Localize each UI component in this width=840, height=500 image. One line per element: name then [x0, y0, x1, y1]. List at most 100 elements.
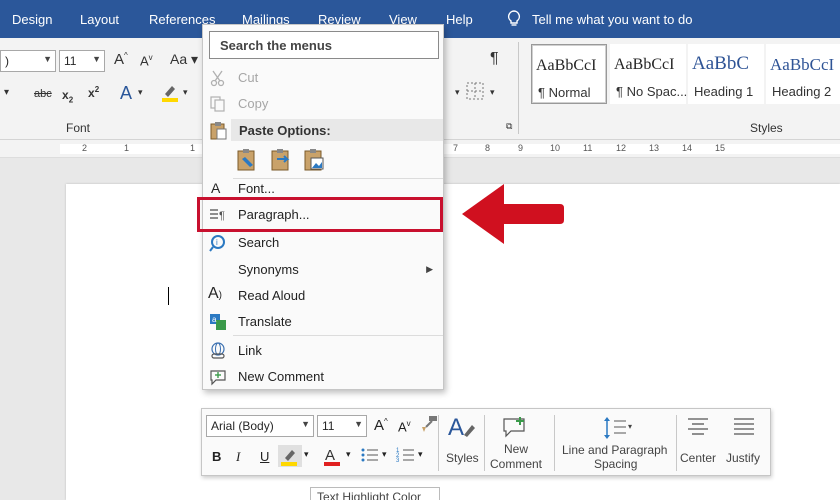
font-size-value: 11 [64, 54, 77, 68]
style-preview: AaBbCcI [770, 55, 835, 74]
comment-icon [210, 370, 226, 386]
strikethrough-icon[interactable]: abc [34, 88, 52, 100]
chevron-down-icon[interactable]: ▾ [346, 449, 351, 460]
menu-item-read-aloud[interactable]: A) Read Aloud [203, 284, 443, 308]
style-heading-1[interactable]: AaBbC Heading 1 [688, 44, 764, 104]
ruler-number: 1 [190, 143, 196, 153]
bullets-icon[interactable] [360, 445, 380, 468]
font-label: Font... [238, 181, 275, 196]
chevron-down-icon[interactable]: ▾ [418, 449, 423, 460]
paste-merge-formatting-icon[interactable] [269, 147, 293, 173]
chevron-down-icon[interactable]: ▾ [382, 449, 387, 460]
paste-picture-icon[interactable] [302, 147, 326, 173]
dialog-launcher-icon[interactable]: ⧉ [506, 121, 512, 132]
style-no-spacing[interactable]: AaBbCcI ¶ No Spac... [610, 44, 688, 104]
style-normal[interactable]: AaBbCcI ¶ Normal [531, 44, 607, 104]
tab-help[interactable]: Help [446, 12, 473, 27]
chevron-down-icon[interactable]: ▾ [4, 87, 9, 98]
ruler-number: 8 [485, 143, 491, 153]
tab-layout[interactable]: Layout [80, 12, 119, 27]
toolbar-divider [484, 415, 485, 471]
translate-icon: a [210, 314, 226, 330]
line-spacing-icon[interactable]: ▾ [602, 415, 636, 444]
justify-label: Justify [726, 451, 761, 465]
tab-design[interactable]: Design [12, 12, 52, 27]
svg-text:3: 3 [396, 458, 400, 464]
tell-me-text: Tell me what you want to do [532, 11, 693, 27]
styles-label: Styles [446, 451, 479, 465]
underline-button[interactable]: U [260, 449, 269, 464]
borders-icon[interactable] [466, 82, 484, 103]
shrink-font-icon[interactable]: Av [140, 53, 153, 68]
new-comment-icon[interactable] [502, 415, 530, 442]
font-size-dropdown[interactable]: 11 ▼ [59, 50, 105, 72]
pilcrow-icon[interactable]: ¶ [490, 50, 499, 68]
line-spacing-label: Line and Paragraph [562, 443, 668, 457]
style-heading-2[interactable]: AaBbCcI Heading 2 [766, 44, 840, 104]
styles-group-label: Styles [750, 121, 783, 135]
menu-item-new-comment[interactable]: New Comment [203, 365, 443, 389]
menu-item-search[interactable]: i Search [203, 231, 443, 255]
numbering-icon[interactable]: 123 [396, 445, 416, 468]
menu-item-copy[interactable]: Copy [203, 92, 443, 116]
subscript-icon[interactable]: x2 [62, 88, 73, 104]
menu-item-translate[interactable]: a Translate [203, 310, 443, 334]
new-comment-label: New [504, 442, 529, 456]
chevron-down-icon[interactable]: ▾ [138, 87, 143, 98]
paragraph-highlight-box [197, 197, 443, 232]
menu-item-synonyms[interactable]: Synonyms ▶ [203, 258, 443, 282]
mini-font-size-dropdown[interactable]: 11 ▼ [317, 415, 367, 437]
menu-item-link[interactable]: Link [203, 339, 443, 363]
style-name: ¶ Normal [538, 85, 591, 100]
text-highlight-button[interactable] [278, 445, 302, 467]
lightbulb-icon [507, 10, 521, 26]
style-name: Heading 1 [694, 84, 754, 99]
mini-font-name-dropdown[interactable]: Arial (Body) ▼ [206, 415, 314, 437]
ruler-number: 2 [82, 143, 88, 153]
style-name: ¶ No Spac... [616, 84, 688, 99]
italic-button[interactable]: I [236, 449, 240, 465]
font-name-value: ) [5, 54, 9, 68]
chevron-down-icon[interactable]: ▾ [304, 449, 309, 460]
paste-keep-formatting-icon[interactable] [235, 147, 259, 173]
chevron-down-icon[interactable]: ▾ [455, 87, 460, 98]
justify-icon[interactable] [732, 417, 756, 442]
text-effects-icon[interactable]: A [120, 83, 132, 104]
grow-font-icon[interactable]: A^ [114, 51, 128, 68]
menu-item-cut[interactable]: Cut [203, 66, 443, 90]
change-case-icon[interactable]: Aa ▾ [170, 51, 198, 68]
ruler-number: 9 [518, 143, 524, 153]
font-name-dropdown[interactable]: ) ▼ [0, 50, 56, 72]
styles-icon[interactable]: A [446, 413, 480, 446]
menu-divider [233, 335, 443, 336]
font-color-button[interactable]: A [322, 445, 342, 470]
center-label: Center [680, 451, 717, 465]
superscript-icon[interactable]: x2 [88, 85, 99, 100]
search-label: Search [238, 235, 280, 250]
grow-font-icon[interactable]: A^ [374, 417, 388, 434]
tell-me-box[interactable]: Tell me what you want to do [506, 10, 692, 28]
search-menus-input[interactable]: Search the menus [209, 31, 439, 59]
mini-toolbar: Arial (Body) ▼ 11 ▼ A^ Av B I U ▾ A ▾ ▾ 12… [201, 408, 771, 476]
svg-text:a: a [212, 315, 217, 324]
toolbar-divider [554, 415, 555, 471]
ruler-number: 10 [550, 143, 561, 153]
ruler-number: 7 [453, 143, 459, 153]
read-aloud-label: Read Aloud [238, 288, 306, 303]
format-painter-icon[interactable] [420, 415, 438, 436]
style-preview: AaBbCcI [614, 56, 675, 73]
svg-text:A: A [325, 447, 335, 464]
ruler-number: 11 [583, 143, 593, 153]
shrink-font-icon[interactable]: Av [398, 419, 411, 434]
ruler-number: 1 [124, 143, 130, 153]
chevron-down-icon[interactable]: ▾ [490, 87, 495, 98]
chevron-down-icon[interactable]: ▾ [183, 87, 188, 98]
center-align-icon[interactable] [686, 417, 710, 442]
translate-label: Translate [238, 314, 292, 329]
link-icon [211, 342, 225, 359]
ruler-number: 12 [616, 143, 627, 153]
scissors-icon [210, 70, 225, 87]
bold-button[interactable]: B [212, 449, 221, 464]
chevron-down-icon: ▼ [92, 54, 101, 64]
highlighter-icon[interactable] [160, 82, 180, 102]
